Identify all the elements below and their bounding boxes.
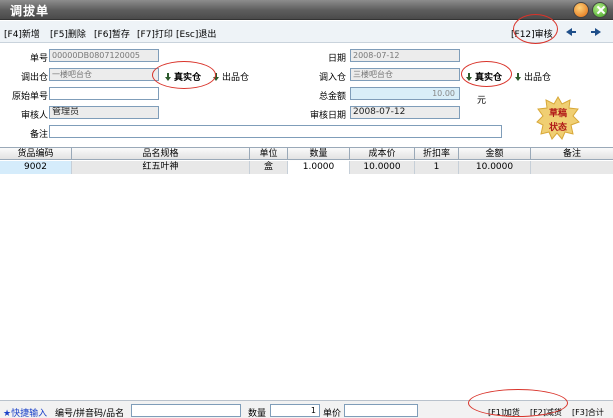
- reduce-item-button[interactable]: [F2]减货: [530, 407, 562, 418]
- doc-no-label: 单号: [29, 54, 48, 64]
- items-grid: 货品编码 品名规格 单位 数量 成本价 折扣率 金额 备注 9002 红五叶神 …: [0, 147, 613, 397]
- toolbar: [F4]新增 [F5]删除 [F6]暂存 [F7]打印 [Esc]退出 [F12…: [0, 21, 613, 43]
- new-button[interactable]: [F4]新增: [4, 27, 40, 40]
- sum-button[interactable]: [F3]合计: [572, 407, 604, 418]
- down-arrow-icon: [213, 73, 219, 81]
- grid-header: 货品编码 品名规格 单位 数量 成本价 折扣率 金额 备注: [0, 148, 613, 160]
- out-output-warehouse-option[interactable]: 出品仓: [213, 70, 249, 83]
- cell-cost-price[interactable]: 10.0000: [350, 161, 415, 174]
- col-header[interactable]: 单位: [250, 148, 288, 160]
- down-arrow-icon: [515, 73, 521, 81]
- auditor-label: 审核人: [20, 111, 48, 121]
- cell-quantity[interactable]: 1.0000: [288, 161, 350, 174]
- audit-date-field: 2008-07-12: [350, 106, 460, 119]
- exit-button[interactable]: [Esc]退出: [176, 27, 216, 40]
- in-warehouse-field[interactable]: 三楼吧台仓: [350, 68, 460, 81]
- window-title: 调拔单: [10, 4, 50, 18]
- col-header[interactable]: 金额: [459, 148, 531, 160]
- total-label: 总金额: [318, 92, 346, 102]
- out-warehouse-label: 调出仓: [20, 73, 48, 83]
- audit-date-label: 审核日期: [309, 111, 346, 121]
- cell-discount[interactable]: 1: [415, 161, 459, 174]
- stamp-line-2: 状态: [548, 123, 567, 133]
- col-header[interactable]: 货品编码: [0, 148, 72, 160]
- qty-label: 数量: [248, 409, 267, 418]
- col-header[interactable]: 品名规格: [72, 148, 250, 160]
- cell-amount[interactable]: 10.0000: [459, 161, 531, 174]
- remark-label: 备注: [29, 130, 48, 140]
- prev-record-icon[interactable]: [566, 28, 576, 36]
- date-label: 日期: [327, 54, 346, 64]
- code-input[interactable]: [131, 404, 241, 417]
- total-unit: 元: [477, 96, 487, 106]
- cell-item-code[interactable]: 9002: [0, 161, 72, 174]
- qty-input[interactable]: 1: [270, 404, 320, 417]
- col-header[interactable]: 数量: [288, 148, 350, 160]
- cell-unit[interactable]: 盒: [250, 161, 288, 174]
- orig-no-field[interactable]: [49, 87, 159, 100]
- quick-input-link[interactable]: ★快捷输入: [3, 406, 47, 418]
- table-row[interactable]: 9002 红五叶神 盒 1.0000 10.0000 1 10.0000: [0, 161, 613, 174]
- doc-no-field: 00000DB0807120005: [49, 49, 159, 62]
- delete-button[interactable]: [F5]删除: [50, 27, 86, 40]
- down-arrow-icon: [466, 73, 472, 81]
- col-header[interactable]: 备注: [531, 148, 613, 160]
- in-output-warehouse-option[interactable]: 出品仓: [515, 70, 551, 83]
- draft-status-stamp: 草稿 状态: [536, 96, 580, 140]
- audit-button[interactable]: [F12]审核: [511, 27, 553, 40]
- in-real-warehouse-option[interactable]: 真实仓: [466, 70, 502, 83]
- down-arrow-icon: [165, 73, 171, 81]
- close-button[interactable]: [592, 2, 608, 18]
- stamp-line-1: 草稿: [548, 109, 567, 119]
- title-bar: 调拔单: [0, 0, 613, 20]
- remark-field[interactable]: [49, 125, 502, 138]
- in-warehouse-label: 调入仓: [318, 73, 346, 83]
- cell-item-name[interactable]: 红五叶神: [72, 161, 250, 174]
- out-real-warehouse-option[interactable]: 真实仓: [165, 70, 201, 83]
- price-input[interactable]: [344, 404, 418, 417]
- auditor-field: 管理员: [49, 106, 159, 119]
- minimize-button[interactable]: [573, 2, 589, 18]
- code-label: 编号/拼音码/品名: [55, 409, 125, 418]
- quick-input-bar: ★快捷输入 编号/拼音码/品名 数量 1 单价 [F1]加货 [F2]减货 [F…: [0, 400, 613, 418]
- print-button[interactable]: [F7]打印: [137, 27, 173, 40]
- col-header[interactable]: 折扣率: [415, 148, 459, 160]
- date-field[interactable]: 2008-07-12: [350, 49, 460, 62]
- add-item-button[interactable]: [F1]加货: [488, 407, 520, 418]
- orig-no-label: 原始单号: [11, 92, 48, 102]
- total-field: 10.00: [350, 87, 460, 100]
- cell-remark[interactable]: [531, 161, 613, 174]
- price-label: 单价: [323, 409, 342, 418]
- next-record-icon[interactable]: [591, 28, 601, 36]
- out-warehouse-field[interactable]: 一楼吧台仓: [49, 68, 159, 81]
- col-header[interactable]: 成本价: [350, 148, 415, 160]
- hold-button[interactable]: [F6]暂存: [94, 27, 130, 40]
